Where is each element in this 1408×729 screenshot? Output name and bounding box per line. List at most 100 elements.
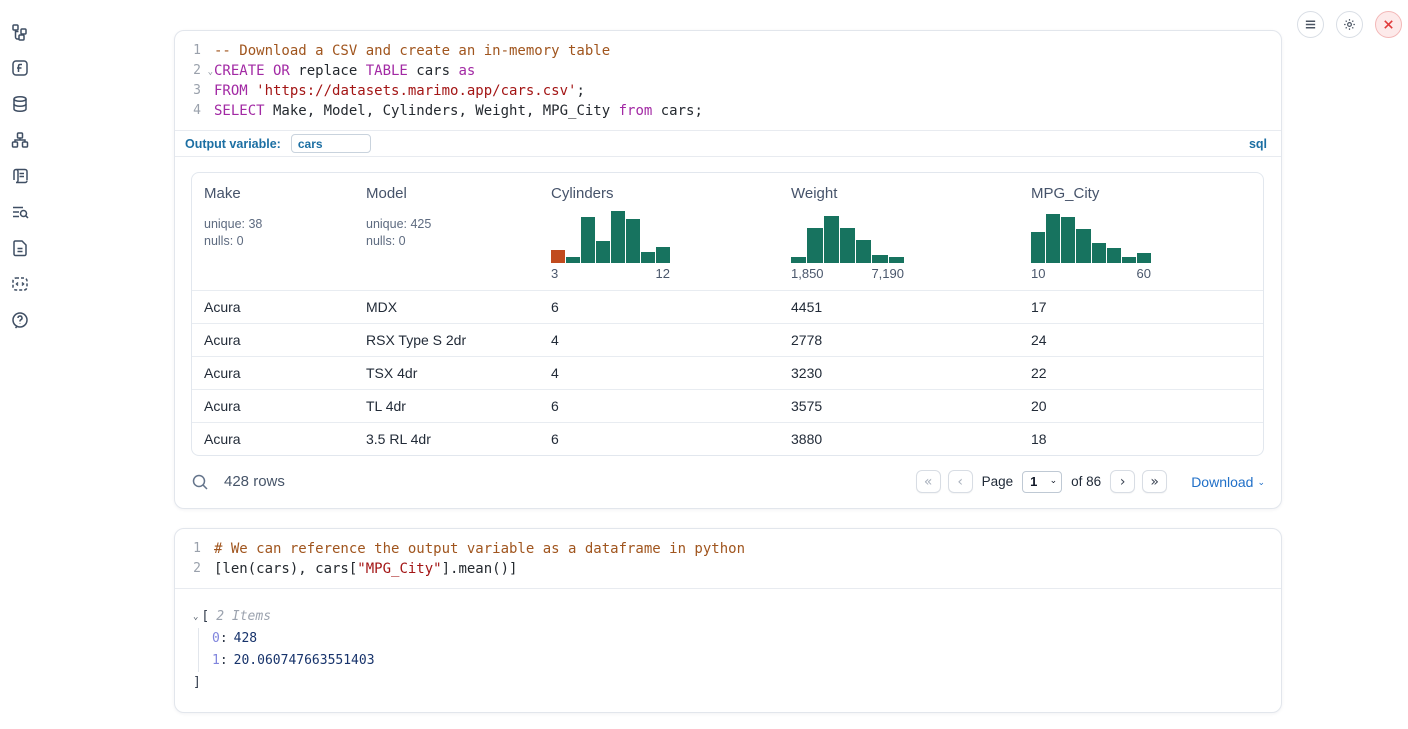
file-tree-icon[interactable]	[11, 23, 29, 41]
open-bracket: [	[201, 606, 209, 628]
table-row[interactable]: Acura MDX 6 4451 17	[192, 290, 1263, 323]
next-page-button[interactable]: ›	[1110, 470, 1135, 493]
python-code-editor[interactable]: 1 # We can reference the output variable…	[175, 529, 1281, 588]
tree-children: 0: 428 1: 20.060747663551403	[198, 628, 1265, 672]
download-button[interactable]: Download⌄	[1191, 474, 1265, 490]
sql-code-editor[interactable]: 1 -- Download a CSV and create an in-mem…	[175, 31, 1281, 130]
histogram-bar	[611, 211, 625, 263]
histogram[interactable]	[791, 211, 904, 263]
page-label: Page	[982, 474, 1014, 489]
fold-chevron-icon[interactable]: ⌄	[208, 62, 213, 82]
entry-value: 20.060747663551403	[234, 650, 375, 672]
pagination: « ‹ Page 1 ⌄ of 86 › » Download⌄	[916, 470, 1265, 493]
table-row[interactable]: Acura 3.5 RL 4dr 6 3880 18	[192, 422, 1263, 455]
gear-icon[interactable]	[1336, 11, 1363, 38]
first-page-button[interactable]: «	[916, 470, 941, 493]
code-token: 'https://datasets.marimo.app/cars.csv'	[256, 83, 576, 99]
table-row[interactable]: Acura TL 4dr 6 3575 20	[192, 389, 1263, 422]
help-icon[interactable]	[11, 311, 29, 329]
code-token: ].mean()]	[442, 561, 518, 577]
documentation-icon[interactable]	[11, 239, 29, 257]
column-label: Model	[366, 185, 527, 202]
chevron-down-icon: ⌄	[1257, 477, 1265, 488]
cell-mpg-city: 22	[1019, 365, 1263, 381]
code-line: 1 # We can reference the output variable…	[175, 539, 1281, 559]
code-token: SELECT	[214, 103, 265, 119]
code-token: replace	[290, 63, 366, 79]
code-text: CREATE OR replace TABLE cars as	[201, 61, 475, 81]
table-footer: 428 rows « ‹ Page 1 ⌄ of 86 › » Download…	[175, 456, 1281, 508]
histogram-axis: 312	[551, 266, 670, 281]
code-token: Make, Model, Cylinders, Weight, MPG_City	[265, 103, 619, 119]
column-label: Cylinders	[551, 185, 767, 202]
sql-cell: 1 -- Download a CSV and create an in-mem…	[174, 30, 1282, 509]
histogram-bar	[566, 257, 580, 263]
code-token: as	[458, 63, 475, 79]
histogram-bar	[1122, 257, 1136, 263]
entry-colon: :	[220, 650, 228, 672]
items-count-label: 2 Items	[216, 606, 271, 628]
cell-mpg-city: 20	[1019, 398, 1263, 414]
search-icon[interactable]	[191, 473, 209, 491]
column-header-cylinders[interactable]: Cylinders 312	[539, 185, 779, 281]
code-token: [len(cars), cars[	[214, 561, 357, 577]
page-select[interactable]: 1	[1022, 471, 1062, 493]
code-text: FROM 'https://datasets.marimo.app/cars.c…	[201, 81, 585, 101]
code-token: -- Download a CSV and create an in-memor…	[214, 43, 610, 59]
datasources-icon[interactable]	[11, 95, 29, 113]
histogram[interactable]	[551, 211, 670, 263]
cell-weight: 3880	[779, 431, 1019, 447]
row-count: 428 rows	[224, 473, 285, 490]
cell-make: Acura	[192, 398, 354, 414]
tree-entry: 0: 428	[212, 628, 1265, 650]
tree-root: ⌄ [ 2 Items	[193, 606, 1265, 628]
last-page-button[interactable]: »	[1142, 470, 1167, 493]
snippets-icon[interactable]	[11, 275, 29, 293]
logs-icon[interactable]	[11, 167, 29, 185]
hamburger-menu-icon[interactable]	[1297, 11, 1324, 38]
code-token	[248, 83, 256, 99]
line-number: 4	[175, 101, 201, 121]
code-token: from	[619, 103, 653, 119]
histogram[interactable]	[1031, 211, 1151, 263]
column-header-mpg-city[interactable]: MPG_City 1060	[1019, 185, 1263, 281]
histogram-bar	[656, 247, 670, 263]
tree-entry: 1: 20.060747663551403	[212, 650, 1265, 672]
dependency-graph-icon[interactable]	[11, 131, 29, 149]
notebook-content: 1 -- Download a CSV and create an in-mem…	[174, 30, 1282, 713]
window-controls	[1297, 11, 1402, 38]
code-token: cars;	[652, 103, 703, 119]
cell-cylinders: 6	[539, 431, 779, 447]
cylinders-histogram: 312	[551, 211, 670, 281]
column-summary: unique: 425nulls: 0	[366, 216, 527, 250]
code-text: [len(cars), cars["MPG_City"].mean()]	[201, 559, 517, 579]
cell-weight: 4451	[779, 299, 1019, 315]
column-header-model[interactable]: Model unique: 425nulls: 0	[354, 185, 539, 281]
column-header-weight[interactable]: Weight 1,8507,190	[779, 185, 1019, 281]
cell-model: MDX	[354, 299, 539, 315]
tracing-icon[interactable]	[11, 203, 29, 221]
column-summary: unique: 38nulls: 0	[204, 216, 342, 250]
prev-page-button[interactable]: ‹	[948, 470, 973, 493]
variables-icon[interactable]	[11, 59, 29, 77]
cell-make: Acura	[192, 332, 354, 348]
histogram-bar	[626, 219, 640, 263]
histogram-bar	[791, 257, 806, 263]
cell-model: 3.5 RL 4dr	[354, 431, 539, 447]
table-row[interactable]: Acura TSX 4dr 4 3230 22	[192, 356, 1263, 389]
collapse-chevron-icon[interactable]: ⌄	[193, 606, 198, 628]
code-token: TABLE	[366, 63, 408, 79]
table-row[interactable]: Acura RSX Type S 2dr 4 2778 24	[192, 323, 1263, 356]
code-line: 2⌄ CREATE OR replace TABLE cars as	[175, 61, 1281, 81]
histogram-bar	[1046, 214, 1060, 263]
data-table: Make unique: 38nulls: 0 Model unique: 42…	[191, 172, 1264, 456]
histogram-bar	[856, 240, 871, 263]
code-token: "MPG_City"	[357, 561, 441, 577]
cell-model: TL 4dr	[354, 398, 539, 414]
code-token: ;	[576, 83, 584, 99]
histogram-axis: 1,8507,190	[791, 266, 904, 281]
column-header-make[interactable]: Make unique: 38nulls: 0	[192, 185, 354, 281]
output-variable-label: Output variable:	[185, 137, 281, 151]
output-variable-input[interactable]	[291, 134, 371, 153]
close-icon[interactable]	[1375, 11, 1402, 38]
